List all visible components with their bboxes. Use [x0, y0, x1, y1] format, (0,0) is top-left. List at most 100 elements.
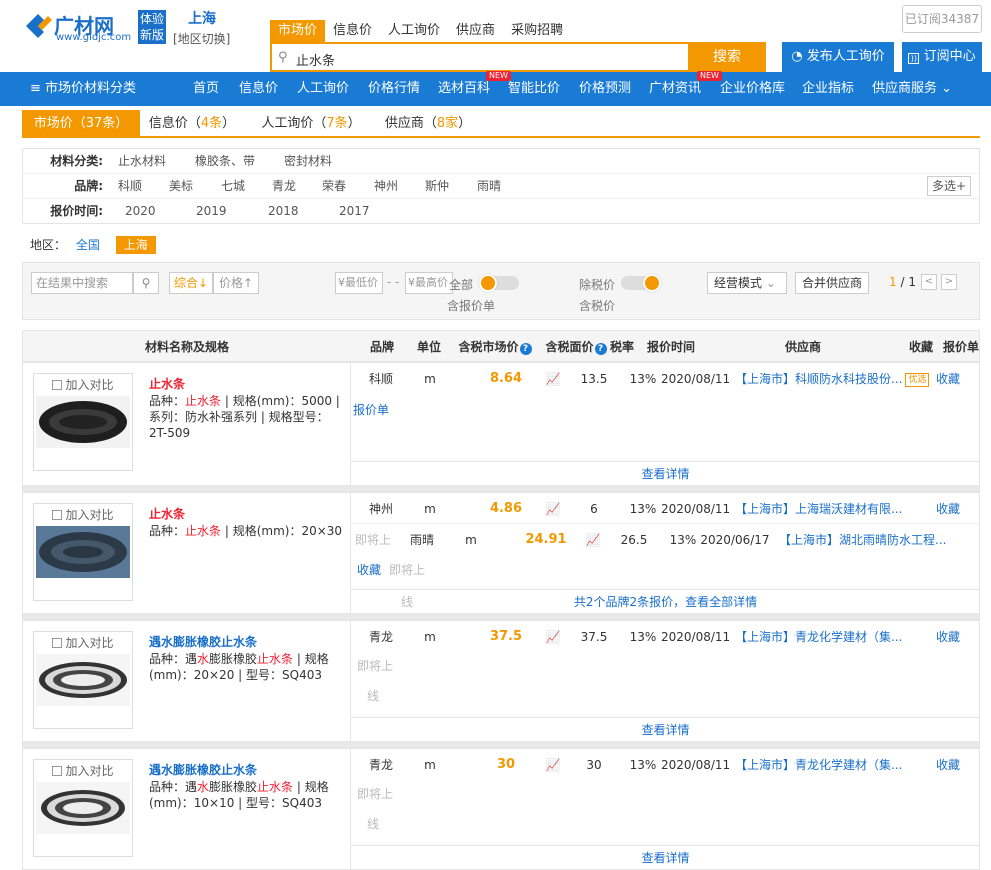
tab-info-price[interactable]: 信息价（4条） [144, 110, 240, 138]
subscribed-count[interactable]: 已订阅34387 [902, 5, 982, 33]
help-icon[interactable]: ? [594, 343, 607, 355]
supplier-link[interactable]: 【上海市】青龙化学建材（集... [735, 621, 919, 653]
region-switch-link[interactable]: [地区切换] [173, 30, 230, 47]
product-thumbnail[interactable]: 加入对比 [33, 373, 133, 471]
supplier-link[interactable]: 【上海市】科顺防水科技股份... 优选 [735, 363, 930, 395]
product-name[interactable]: 遇水膨胀橡胶止水条 [149, 761, 257, 778]
subscription-center-button[interactable]: )) 订阅中心 [902, 42, 982, 72]
product-thumbnail[interactable]: 加入对比 [33, 759, 133, 857]
product-spec: 品种：遇水膨胀橡胶止水条 | 规格(mm)：20×20 | 型号：SQ403 [149, 651, 345, 683]
filter-option[interactable]: 雨晴 [477, 174, 501, 198]
nav-home[interactable]: 首页 [193, 72, 219, 106]
search-input[interactable]: ⚲ 止水条 [270, 42, 690, 72]
nav-enterprise-index[interactable]: 企业指标 [802, 72, 854, 106]
trend-chart-icon[interactable]: 📈 [543, 493, 563, 525]
max-price-input[interactable]: ¥最高价 [405, 272, 453, 294]
new-version-badge[interactable]: 体验新版 [138, 10, 166, 44]
product-name[interactable]: 止水条 [149, 505, 185, 522]
compare-checkbox[interactable]: 加入对比 [34, 506, 132, 523]
favorite-button[interactable]: 收藏 [357, 561, 381, 578]
filter-option[interactable]: 2020 [125, 199, 156, 223]
nav-info-price[interactable]: 信息价 [239, 72, 278, 106]
help-icon[interactable]: ? [519, 343, 532, 355]
search-tab-manual[interactable]: 人工询价 [380, 20, 448, 42]
compare-checkbox[interactable]: 加入对比 [34, 634, 132, 651]
region-selected[interactable]: 上海 [115, 236, 156, 254]
nav-price-forecast[interactable]: 价格预测 [579, 72, 631, 106]
favorite-button[interactable]: 收藏 [933, 749, 963, 781]
filter-option[interactable]: 青龙 [272, 174, 296, 198]
search-tab-info[interactable]: 信息价 [325, 20, 380, 42]
table-header: 材料名称及规格 品牌 单位 含税市场价? 含税面价? 税率 报价时间 供应商 收… [22, 330, 980, 362]
trend-chart-icon[interactable]: 📈 [543, 621, 563, 653]
search-tab-supplier[interactable]: 供应商 [448, 20, 503, 42]
nav-supplier-service[interactable]: 供应商服务 ⌄ [872, 72, 952, 106]
sort-overall[interactable]: 综合↓ [169, 272, 213, 294]
filter-option[interactable]: 密封材料 [284, 149, 332, 173]
search-icon[interactable]: ⚲ [133, 272, 159, 294]
filter-option[interactable]: 橡胶条、带 [195, 149, 255, 173]
trend-chart-icon[interactable]: 📈 [543, 749, 563, 781]
favorite-button[interactable]: 收藏 [933, 621, 963, 653]
view-detail-link[interactable]: 查看详情 [351, 717, 980, 741]
filter-option[interactable]: 2018 [268, 199, 299, 223]
tab-supplier[interactable]: 供应商（8家） [380, 110, 476, 138]
filter-option[interactable]: 2017 [339, 199, 370, 223]
nav-smart-compare[interactable]: 智能比价 [508, 72, 560, 106]
sort-price[interactable]: 价格↑ [213, 272, 259, 294]
next-page-icon[interactable]: > [941, 274, 957, 290]
product-thumbnail[interactable]: 加入对比 [33, 631, 133, 729]
quote-toggle[interactable] [479, 274, 519, 292]
search-tab-market[interactable]: 市场价 [270, 20, 326, 42]
min-price-input[interactable]: ¥最低价 [335, 272, 383, 294]
tax-toggle[interactable] [621, 274, 661, 292]
merge-supplier-button[interactable]: 合并供应商 [795, 272, 869, 294]
spec-text: | 规格(mm)：20×30 [221, 524, 343, 538]
tab-manual-inquiry[interactable]: 人工询价（7条） [256, 110, 366, 138]
filter-option[interactable]: 七城 [221, 174, 245, 198]
filter-option[interactable]: 止水材料 [118, 149, 166, 173]
favorite-button[interactable]: 收藏 [933, 363, 963, 395]
supplier-link[interactable]: 【上海市】青龙化学建材（集... [735, 749, 919, 781]
result-search-input[interactable]: 在结果中搜索 [31, 272, 133, 294]
search-tab-procurement[interactable]: 采购招聘 [503, 20, 571, 42]
view-all-detail-link[interactable]: 共2个品牌2条报价，查看全部详情 [351, 589, 980, 613]
supplier-link[interactable]: 【上海市】上海瑞沃建材有限... [735, 493, 919, 525]
filter-option[interactable]: 荣春 [322, 174, 346, 198]
nav-enterprise-price-lib[interactable]: 企业价格库 [720, 72, 785, 106]
trend-chart-icon[interactable]: 📈 [543, 363, 563, 395]
filter-option[interactable]: 科顺 [118, 174, 142, 198]
nav-news[interactable]: 广材资讯 [649, 72, 701, 106]
tab-market-price[interactable]: 市场价（37条） [22, 110, 140, 138]
filter-option[interactable]: 美标 [169, 174, 193, 198]
material-category-menu[interactable]: ≡ 市场价材料分类 [30, 72, 136, 106]
trend-chart-icon[interactable]: 📈 [583, 524, 603, 556]
multi-select-button[interactable]: 多选+ [927, 176, 971, 196]
favorite-button[interactable]: 收藏 [933, 493, 963, 525]
compare-checkbox[interactable]: 加入对比 [34, 762, 132, 779]
supplier-link[interactable]: 【上海市】湖北雨晴防水工程... [779, 524, 949, 556]
view-detail-link[interactable]: 查看详情 [351, 845, 980, 869]
col-time: 报价时间 [646, 340, 695, 354]
site-logo[interactable]: 广材网 www.gldjc.com 体验新版 [24, 10, 174, 46]
quote-sheet-link[interactable]: 报价单 [353, 401, 389, 418]
nav-price-trend[interactable]: 价格行情 [368, 72, 420, 106]
region-all[interactable]: 全国 [76, 238, 100, 252]
filter-option[interactable]: 斯仲 [425, 174, 449, 198]
quote-row: 青龙 m 30 📈 30 13% 2020/08/11 【上海市】青龙化学建材（… [351, 749, 980, 781]
search-button[interactable]: 搜索 [688, 42, 766, 72]
view-detail-link[interactable]: 查看详情 [351, 461, 980, 485]
product-name[interactable]: 遇水膨胀橡胶止水条 [149, 633, 257, 650]
filter-option[interactable]: 2019 [196, 199, 227, 223]
publish-inquiry-button[interactable]: ◔ 发布人工询价 [782, 42, 894, 72]
nav-material-wiki[interactable]: 选材百科 [438, 72, 490, 106]
nav-manual-inquiry[interactable]: 人工询价 [297, 72, 349, 106]
compare-checkbox[interactable]: 加入对比 [34, 376, 132, 393]
product-name[interactable]: 止水条 [149, 375, 185, 392]
business-mode-select[interactable]: 经营模式 ⌄ [707, 272, 787, 294]
filter-panel: 材料分类: 止水材料 橡胶条、带 密封材料 品牌: 科顺 美标 七城 青龙 荣春… [22, 148, 980, 224]
supplier-name: 【上海市】科顺防水科技股份... [735, 372, 903, 386]
product-thumbnail[interactable]: 加入对比 [33, 503, 133, 601]
filter-option[interactable]: 神州 [374, 174, 398, 198]
prev-page-icon[interactable]: < [921, 274, 937, 290]
